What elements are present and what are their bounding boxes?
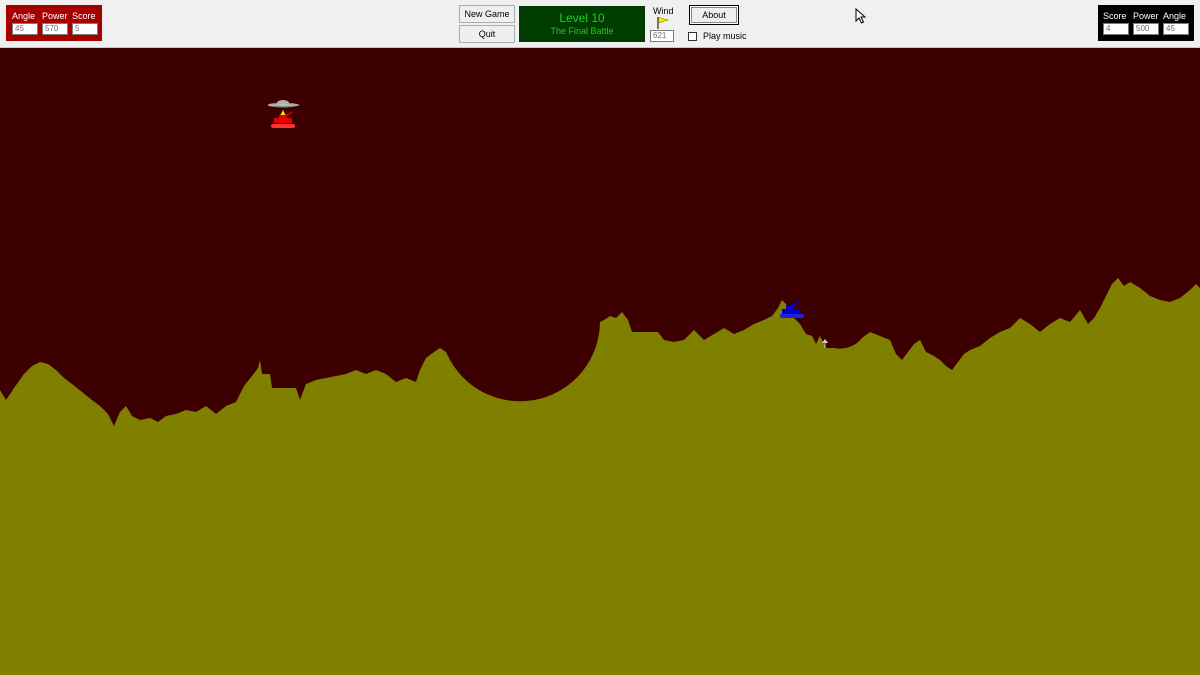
player1-angle-group: Angle 45 [12,12,38,35]
player2-angle-input[interactable]: 45 [1163,23,1189,35]
play-music-label: Play music [703,31,747,41]
player2-power-label: Power [1133,11,1159,21]
wind-value: 621 [650,30,674,42]
new-game-button[interactable]: New Game [459,5,515,23]
player2-power-input[interactable]: 500 [1133,23,1159,35]
mouse-pointer-icon [855,8,867,24]
player1-panel: Angle 45 Power 570 Score 5 [6,5,102,41]
player2-score-group: Score 4 [1103,12,1129,35]
player2-power-group: Power 500 [1133,12,1159,35]
level-title: Level 10 [559,11,605,25]
player1-score-input[interactable]: 5 [72,23,98,35]
wind-flag-icon [657,17,670,29]
player2-angle-group: Angle 45 [1163,12,1189,35]
player2-score-input[interactable]: 4 [1103,23,1129,35]
player1-power-label: Power [42,11,68,21]
wind-label: Wind [653,6,674,16]
battlefield[interactable] [0,48,1200,675]
level-display: Level 10 The Final Battle [519,6,645,42]
player1-angle-label: Angle [12,11,36,21]
player2-score-label: Score [1103,11,1127,21]
about-button[interactable]: About [689,5,739,25]
player1-power-input[interactable]: 570 [42,23,68,35]
music-checkbox-box[interactable] [688,31,697,41]
player1-score-group: Score 5 [72,12,98,35]
player1-power-group: Power 570 [42,12,68,35]
player1-score-label: Score [72,11,96,21]
player2-angle-label: Angle [1163,11,1187,21]
player2-panel: Score 4 Power 500 Angle 45 [1098,5,1194,41]
quit-button[interactable]: Quit [459,25,515,43]
play-music-checkbox[interactable]: Play music [688,31,747,41]
game-toolbar: Angle 45 Power 570 Score 5 New Game Quit… [0,0,1200,48]
player1-angle-input[interactable]: 45 [12,23,38,35]
level-subtitle: The Final Battle [550,26,614,36]
